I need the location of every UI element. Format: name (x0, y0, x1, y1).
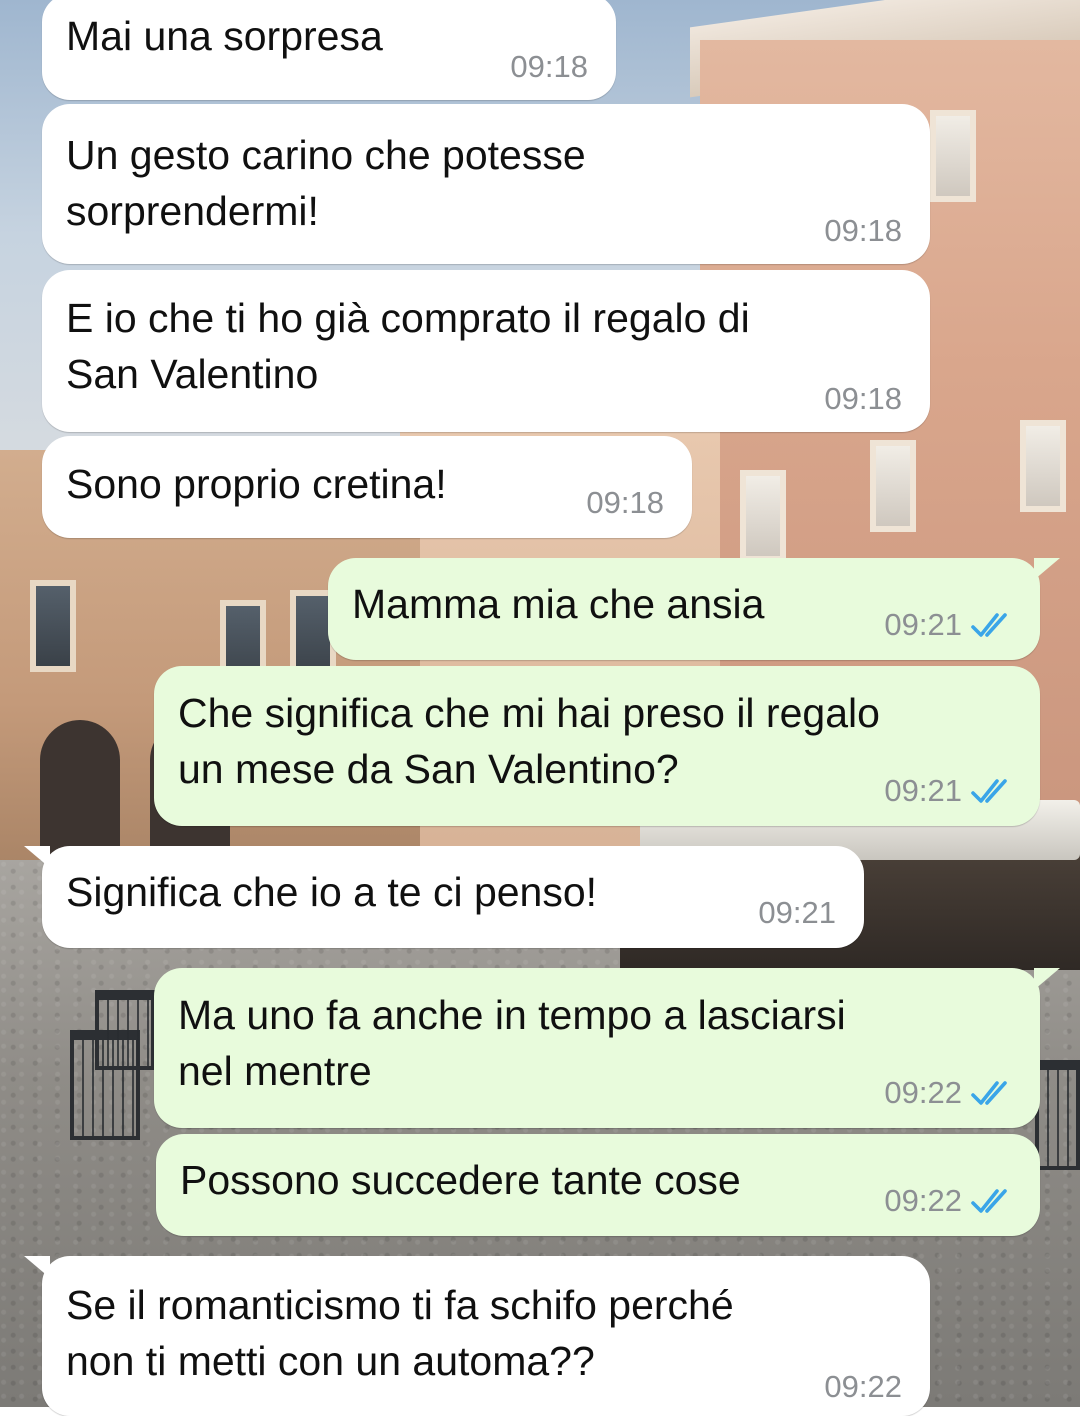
message-timestamp: 09:18 (586, 485, 664, 520)
message-bubble-incoming[interactable]: Sono proprio cretina! 09:18 (42, 436, 692, 538)
message-meta: 09:18 (824, 382, 902, 416)
message-bubble-incoming[interactable]: Se il romanticismo ti fa schifo perché n… (24, 1256, 930, 1416)
double-check-read-icon (971, 779, 1007, 803)
message-timestamp: 09:22 (824, 1369, 902, 1404)
double-check-read-icon (971, 1081, 1007, 1105)
message-text: E io che ti ho già comprato il regalo di… (66, 295, 750, 397)
message-bubble-incoming[interactable]: Un gesto carino che potesse sorprendermi… (42, 104, 930, 264)
message-meta: 09:22 (884, 1076, 1016, 1110)
message-bubble-outgoing[interactable]: Possono succedere tante cose 09:22 (156, 1134, 1040, 1236)
message-text: Un gesto carino che potesse sorprendermi… (66, 132, 586, 234)
message-timestamp: 09:21 (884, 773, 962, 808)
message-meta: 09:21 (884, 774, 1016, 808)
message-meta: 09:22 (884, 1184, 1016, 1218)
message-bubble-incoming[interactable]: E io che ti ho già comprato il regalo di… (42, 270, 930, 432)
message-meta: 09:18 (510, 50, 588, 84)
message-timestamp: 09:21 (758, 895, 836, 930)
double-check-read-icon (971, 1189, 1007, 1213)
message-meta: 09:21 (758, 896, 836, 930)
message-meta: 09:21 (884, 608, 1016, 642)
message-meta: 09:22 (824, 1370, 902, 1404)
double-check-read-icon (971, 613, 1007, 637)
message-text: Se il romanticismo ti fa schifo perché n… (66, 1282, 734, 1384)
message-timestamp: 09:22 (884, 1183, 962, 1218)
message-meta: 09:18 (824, 214, 902, 248)
message-bubble-incoming[interactable]: Mai una sorpresa 09:18 (42, 0, 616, 100)
message-meta: 09:18 (586, 486, 664, 520)
message-text: Sono proprio cretina! (66, 461, 447, 507)
message-bubble-outgoing[interactable]: Ma uno fa anche in tempo a lasciarsi nel… (154, 968, 1060, 1128)
message-timestamp: 09:18 (824, 381, 902, 416)
message-timestamp: 09:18 (824, 213, 902, 248)
message-text: Significa che io a te ci penso! (66, 869, 598, 915)
message-timestamp: 09:21 (884, 607, 962, 642)
message-bubble-outgoing[interactable]: Mamma mia che ansia 09:21 (328, 558, 1060, 660)
message-bubble-outgoing[interactable]: Che significa che mi hai preso il regalo… (154, 666, 1040, 826)
message-timestamp: 09:18 (510, 49, 588, 84)
message-bubble-incoming[interactable]: Significa che io a te ci penso! 09:21 (24, 846, 864, 948)
message-timestamp: 09:22 (884, 1075, 962, 1110)
message-list[interactable]: Mai una sorpresa 09:18 Un gesto carino c… (0, 0, 1080, 1416)
